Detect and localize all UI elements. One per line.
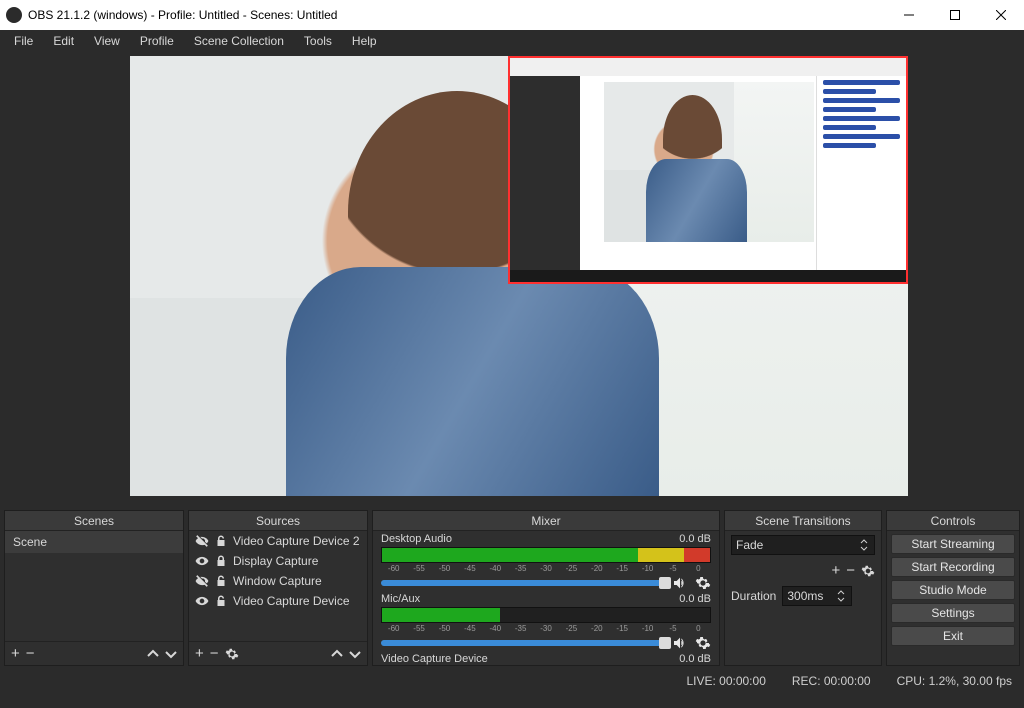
audio-meter (381, 607, 711, 623)
controls-header: Controls (887, 511, 1019, 531)
start-streaming-button[interactable]: Start Streaming (891, 534, 1015, 554)
mixer-channel-db: 0.0 dB (679, 653, 711, 665)
scenes-list[interactable]: Scene (5, 531, 183, 641)
status-cpu: CPU: 1.2%, 30.00 fps (897, 674, 1012, 688)
menu-tools[interactable]: Tools (296, 32, 340, 50)
source-row[interactable]: Video Capture Device (189, 591, 367, 611)
status-live: LIVE: 00:00:00 (686, 674, 765, 688)
speaker-icon[interactable] (671, 575, 689, 591)
audio-meter (381, 547, 711, 563)
sources-add-button[interactable]: + (195, 646, 204, 661)
sources-header: Sources (189, 511, 367, 531)
lock-open-icon[interactable] (215, 534, 227, 548)
speaker-icon[interactable] (671, 635, 689, 651)
sources-move-up-button[interactable] (331, 648, 343, 660)
scene-item[interactable]: Scene (5, 531, 183, 553)
transition-select[interactable]: Fade (731, 535, 875, 555)
preview-canvas[interactable] (130, 56, 908, 496)
source-name: Video Capture Device 2 (233, 534, 360, 548)
source-row[interactable]: Video Capture Device 2 (189, 531, 367, 551)
menubar: File Edit View Profile Scene Collection … (0, 30, 1024, 52)
mixer-channel-name: Video Capture Device (381, 653, 488, 665)
mixer-channel: Mic/Aux 0.0 dB -60-55-50-45-40-35-30-25-20… (373, 591, 719, 651)
menu-file[interactable]: File (6, 32, 41, 50)
statusbar: LIVE: 00:00:00 REC: 00:00:00 CPU: 1.2%, … (0, 670, 1024, 692)
exit-button[interactable]: Exit (891, 626, 1015, 646)
close-button[interactable] (978, 0, 1024, 30)
sources-properties-button[interactable] (225, 647, 239, 661)
lock-icon[interactable] (215, 554, 227, 568)
scenes-remove-button[interactable]: − (26, 646, 35, 661)
preview-area (0, 52, 1024, 506)
mixer-panel: Mixer Desktop Audio 0.0 dB -60-55-50-45-40… (372, 510, 720, 666)
transition-remove-button[interactable]: − (846, 563, 855, 578)
volume-slider[interactable] (381, 580, 665, 586)
studio-mode-button[interactable]: Studio Mode (891, 580, 1015, 600)
mixer-channel-db: 0.0 dB (679, 593, 711, 605)
meter-ticks: -60-55-50-45-40-35-30-25-20-15-10-50 (381, 624, 711, 633)
volume-slider[interactable] (381, 640, 665, 646)
menu-edit[interactable]: Edit (45, 32, 82, 50)
scenes-move-down-button[interactable] (165, 648, 177, 660)
gear-icon[interactable] (695, 635, 711, 651)
sources-panel: Sources Video Capture Device 2 Display Ca… (188, 510, 368, 666)
transitions-header: Scene Transitions (725, 511, 881, 531)
controls-panel: Controls Start Streaming Start Recording… (886, 510, 1020, 666)
menu-profile[interactable]: Profile (132, 32, 182, 50)
mixer-channel: Desktop Audio 0.0 dB -60-55-50-45-40-35-30… (373, 531, 719, 591)
sources-remove-button[interactable]: − (210, 646, 219, 661)
transition-properties-button[interactable] (861, 564, 875, 578)
scenes-panel: Scenes Scene + − (4, 510, 184, 666)
source-name: Display Capture (233, 554, 318, 568)
status-rec: REC: 00:00:00 (792, 674, 871, 688)
minimize-button[interactable] (886, 0, 932, 30)
transitions-panel: Scene Transitions Fade + − Duration 300m… (724, 510, 882, 666)
eye-icon[interactable] (195, 554, 209, 568)
titlebar: OBS 21.1.2 (windows) - Profile: Untitled… (0, 0, 1024, 30)
source-row[interactable]: Window Capture (189, 571, 367, 591)
scenes-move-up-button[interactable] (147, 648, 159, 660)
transition-select-value: Fade (736, 538, 763, 552)
mixer-channel-name: Mic/Aux (381, 593, 420, 605)
menu-scene-collection[interactable]: Scene Collection (186, 32, 292, 50)
eye-off-icon[interactable] (195, 574, 209, 588)
display-capture-overlay[interactable] (508, 56, 908, 284)
window-title: OBS 21.1.2 (windows) - Profile: Untitled… (28, 8, 886, 22)
source-name: Window Capture (233, 574, 322, 588)
settings-button[interactable]: Settings (891, 603, 1015, 623)
transition-add-button[interactable]: + (831, 563, 840, 578)
mixer-channel: Video Capture Device0.0 dB-60-55-50-45-4… (373, 651, 719, 665)
app-icon (6, 7, 22, 23)
sources-list[interactable]: Video Capture Device 2 Display Capture Win… (189, 531, 367, 641)
source-row[interactable]: Display Capture (189, 551, 367, 571)
mixer-channel-db: 0.0 dB (679, 533, 711, 545)
start-recording-button[interactable]: Start Recording (891, 557, 1015, 577)
lock-open-icon[interactable] (215, 594, 227, 608)
mixer-body: Desktop Audio 0.0 dB -60-55-50-45-40-35-30… (373, 531, 719, 665)
mixer-channel-name: Desktop Audio (381, 533, 452, 545)
spin-arrows-icon (858, 539, 870, 551)
duration-value: 300ms (787, 589, 835, 603)
mixer-header: Mixer (373, 511, 719, 531)
duration-label: Duration (731, 589, 776, 603)
sources-move-down-button[interactable] (349, 648, 361, 660)
lock-open-icon[interactable] (215, 574, 227, 588)
menu-view[interactable]: View (86, 32, 128, 50)
source-name: Video Capture Device (233, 594, 350, 608)
bottom-panels: Scenes Scene + − Sources Video Capture D… (0, 506, 1024, 670)
menu-help[interactable]: Help (344, 32, 385, 50)
duration-input[interactable]: 300ms (782, 586, 852, 606)
maximize-button[interactable] (932, 0, 978, 30)
eye-icon[interactable] (195, 594, 209, 608)
meter-ticks: -60-55-50-45-40-35-30-25-20-15-10-50 (381, 564, 711, 573)
scenes-header: Scenes (5, 511, 183, 531)
eye-off-icon[interactable] (195, 534, 209, 548)
gear-icon[interactable] (695, 575, 711, 591)
spin-arrows-icon (835, 590, 847, 602)
scenes-add-button[interactable]: + (11, 646, 20, 661)
